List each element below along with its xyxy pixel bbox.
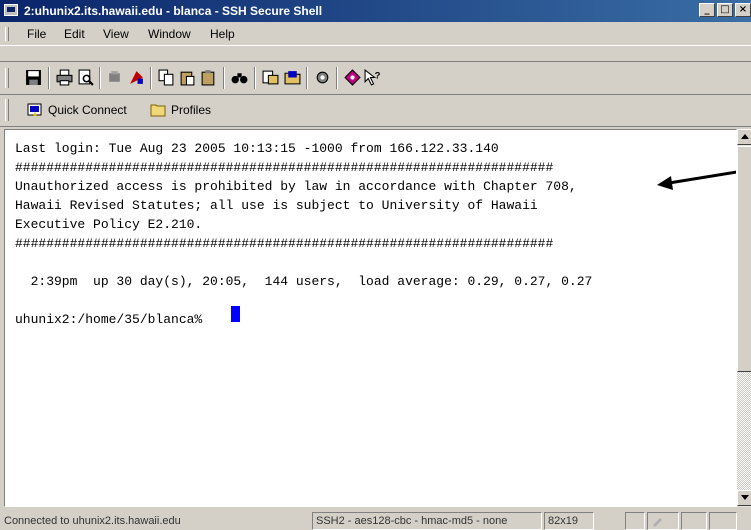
scroll-up-icon [741,134,749,139]
scroll-track[interactable] [737,372,751,490]
terminal-line: ########################################… [15,160,554,175]
print-icon[interactable] [56,69,73,86]
terminal-line: Last login: Tue Aug 23 2005 10:13:15 -10… [15,141,499,156]
status-connection: Connected to uhunix2.its.hawaii.edu [4,515,181,527]
menu-view[interactable]: View [103,27,129,41]
status-cipher: SSH2 - aes128-cbc - hmac-md5 - none [312,512,542,530]
window-controls: _ □ × [697,3,751,17]
file-transfer-icon[interactable] [262,69,279,86]
find-icon[interactable] [231,69,248,86]
help-pointer-icon[interactable]: ? [364,69,381,86]
profile-icon[interactable] [344,69,361,86]
profiles-button[interactable]: Profiles [150,100,211,120]
menu-edit[interactable]: Edit [64,27,85,41]
quick-connect-icon [27,103,42,116]
toolbar: ? [0,61,751,95]
scroll-down-icon [741,495,749,500]
paste-icon[interactable] [179,69,196,86]
toolbar-separator [48,67,50,89]
settings-icon[interactable] [128,69,145,86]
scroll-down-button[interactable] [737,490,751,506]
edit-status-icon [653,518,662,527]
save-icon[interactable] [25,69,42,86]
status-bar: Connected to uhunix2.its.hawaii.edu SSH2… [0,510,751,530]
title-bar: 2:uhunix2.its.hawaii.edu - blanca - SSH … [0,0,751,22]
close-button[interactable]: × [735,3,751,17]
ssh-app-icon[interactable] [4,4,18,16]
terminal-cursor [231,306,240,322]
status-pane-edit [647,512,679,530]
profiles-label: Profiles [171,103,212,117]
maximize-button[interactable]: □ [717,3,733,17]
annotation-arrow-icon [657,170,736,190]
toolbar-separator [99,67,101,89]
menu-bar: File Edit View Window Help [0,23,751,46]
key-manager-icon[interactable] [314,69,331,86]
print-preview-icon[interactable] [77,69,94,86]
copy-icon[interactable] [158,69,175,86]
menu-file[interactable]: File [27,27,46,41]
folder-icon [150,104,166,117]
quick-connect-bar: Quick Connect Profiles [0,94,751,127]
terminal-line: Executive Policy E2.210. [15,217,203,232]
terminal-prompt: uhunix2:/home/35/blanca% [15,312,211,327]
window-title: 2:uhunix2.its.hawaii.edu - blanca - SSH … [24,4,323,18]
status-pane-blank [625,512,645,530]
minimize-button[interactable]: _ [699,3,715,17]
quickbar-grip[interactable] [5,99,9,121]
scroll-up-button[interactable] [737,129,751,145]
toolbar-grip[interactable] [5,68,9,88]
toolbar-separator [306,67,308,89]
terminal-line: Hawaii Revised Statutes; all use is subj… [15,198,538,213]
folder-transfer-icon[interactable] [284,69,301,86]
terminal-line: ########################################… [15,236,554,251]
scroll-thumb[interactable] [737,146,751,372]
toolbar-separator [336,67,338,89]
quick-connect-button[interactable]: Quick Connect [27,100,127,120]
terminal-area[interactable]: Last login: Tue Aug 23 2005 10:13:15 -10… [4,129,737,507]
status-size: 82x19 [544,512,594,530]
quick-connect-label: Quick Connect [48,103,127,117]
status-pane-blank [709,512,737,530]
paste-alt-icon[interactable] [200,69,217,86]
svg-text:?: ? [375,71,381,82]
menubar-grip[interactable] [5,27,9,41]
status-pane-blank [681,512,707,530]
vertical-scrollbar[interactable] [737,129,751,507]
menu-help[interactable]: Help [210,27,235,41]
terminal-line: Unauthorized access is prohibited by law… [15,179,577,194]
menu-window[interactable]: Window [148,27,191,41]
terminal-line: 2:39pm up 30 day(s), 20:05, 144 users, l… [15,274,593,289]
toolbar-separator [254,67,256,89]
toolbar-separator [150,67,152,89]
toolbar-separator [223,67,225,89]
disconnect-icon[interactable] [106,69,123,86]
